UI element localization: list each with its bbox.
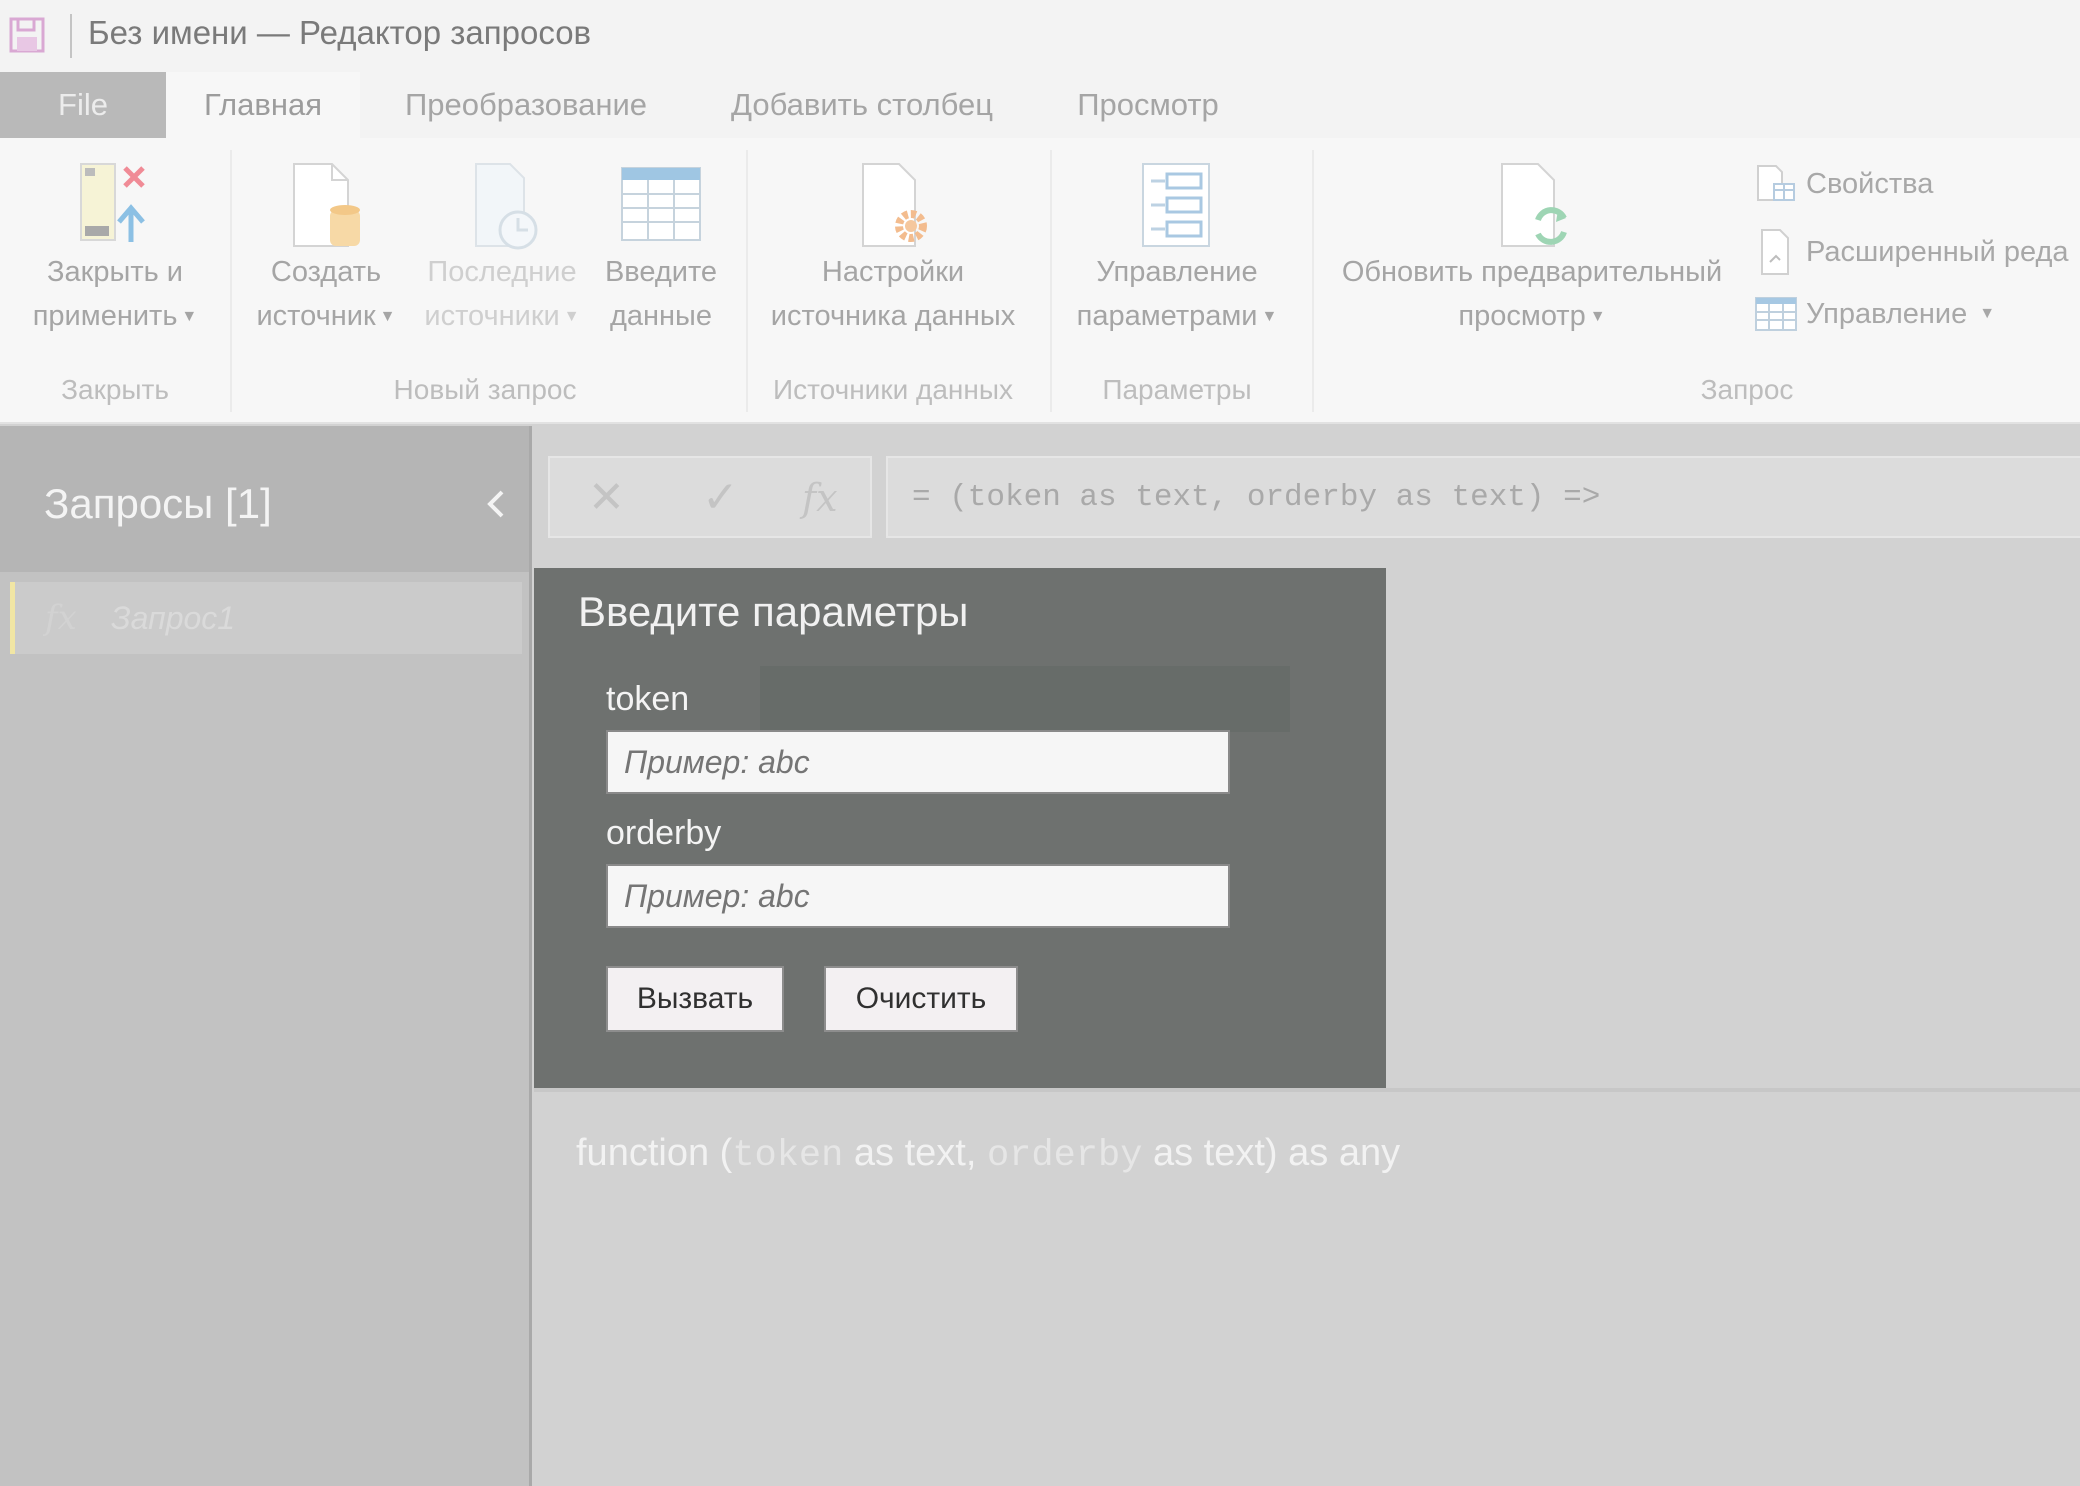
enter-data-label-1: Введите xyxy=(604,256,718,288)
signature-type-1: as text, xyxy=(853,1132,977,1174)
query-item-name: Запрос1 xyxy=(111,600,236,636)
signature-return: as any xyxy=(1288,1132,1401,1174)
clear-button[interactable]: Очистить xyxy=(824,966,1018,1032)
fx-icon: fx xyxy=(45,598,77,638)
queries-title: Запросы [1] xyxy=(44,480,272,527)
close-apply-label-2: применить ▼ xyxy=(32,300,198,332)
properties-label: Свойства xyxy=(1806,167,1934,200)
formula-input[interactable]: = (token as text, orderby as text) => xyxy=(886,456,2080,538)
tab-home[interactable]: Главная xyxy=(166,72,360,138)
tab-file[interactable]: File xyxy=(0,72,166,138)
fx-icon[interactable]: fx xyxy=(802,476,838,520)
recent-sources-icon xyxy=(475,163,538,250)
orderby-input[interactable] xyxy=(606,864,1230,928)
signature-open-paren: ( xyxy=(719,1132,733,1174)
formula-text: = (token as text, orderby as text) => xyxy=(912,480,1601,515)
manage-label: Управление xyxy=(1806,297,1968,330)
function-signature: function (token as text, orderby as text… xyxy=(576,1132,1400,1177)
properties-button[interactable]: Свойства xyxy=(1754,164,1933,204)
invoke-button[interactable]: Вызвать xyxy=(606,966,784,1032)
data-source-settings-label-2: источника данных xyxy=(770,300,1016,332)
query-item[interactable]: fx Запрос1 xyxy=(10,582,522,654)
group-separator xyxy=(1050,150,1052,412)
group-label-close: Закрыть xyxy=(61,374,169,405)
queries-pane: Запросы [1] fx Запрос1 xyxy=(0,426,532,1486)
queries-header: Запросы [1] xyxy=(0,426,529,572)
enter-data-label-2: данные xyxy=(609,300,713,332)
refresh-preview-label-2: просмотр ▼ xyxy=(1458,300,1606,332)
parameters-icon xyxy=(1142,163,1210,247)
signature-param-token: token xyxy=(732,1135,844,1177)
recent-sources-button[interactable]: Последние источники ▼ xyxy=(414,160,590,339)
orderby-label: orderby xyxy=(606,814,722,852)
group-separator xyxy=(746,150,748,412)
new-source-label-1: Создать xyxy=(270,256,382,288)
group-label-query: Запрос xyxy=(1700,374,1794,405)
parameter-highlight xyxy=(760,666,1290,732)
tab-transform[interactable]: Преобразование xyxy=(378,72,674,138)
recent-sources-label-1: Последние xyxy=(427,256,577,288)
manage-table-icon xyxy=(1755,297,1797,331)
ribbon-tabs: File Главная Преобразование Добавить сто… xyxy=(0,72,2080,138)
advanced-editor-icon xyxy=(1761,229,1789,275)
settings-document-icon xyxy=(862,163,927,247)
group-label-data-sources: Источники данных xyxy=(773,374,1013,405)
close-apply-button[interactable]: Закрыть и применить ▼ xyxy=(14,160,216,339)
title-separator xyxy=(70,14,72,58)
close-apply-icon xyxy=(80,163,145,242)
new-source-icon xyxy=(293,163,360,247)
refresh-preview-label-1: Обновить предварительный xyxy=(1341,256,1723,288)
manage-parameters-label-1: Управление xyxy=(1096,256,1258,288)
new-source-label-2: источник ▼ xyxy=(256,300,396,332)
chevron-down-icon: ▼ xyxy=(1261,308,1278,326)
group-separator xyxy=(1312,150,1314,412)
group-separator xyxy=(230,150,232,412)
token-input[interactable] xyxy=(606,730,1230,794)
chevron-down-icon: ▼ xyxy=(563,308,580,326)
enter-data-button[interactable]: Введите данные xyxy=(596,160,726,338)
ribbon: Закрыть и применить ▼ Закрыть Создать ист… xyxy=(0,138,2080,424)
chevron-down-icon: ▼ xyxy=(379,308,396,326)
save-icon[interactable] xyxy=(8,16,46,54)
group-label-parameters: Параметры xyxy=(1102,374,1252,405)
tab-view[interactable]: Просмотр xyxy=(1050,72,1246,138)
signature-keyword: function xyxy=(576,1132,710,1174)
chevron-down-icon: ▼ xyxy=(181,308,198,326)
check-icon[interactable]: ✓ xyxy=(702,472,739,523)
token-label: token xyxy=(606,680,690,718)
window-title: Без имени — Редактор запросов xyxy=(88,14,592,51)
advanced-editor-button[interactable]: Расширенный реда xyxy=(1754,228,2069,276)
chevron-down-icon: ▼ xyxy=(1589,308,1606,326)
title-bar: Без имени — Редактор запросов xyxy=(0,0,2080,72)
parameter-dialog-title: Введите параметры xyxy=(578,588,969,635)
signature-type-2: as text) xyxy=(1152,1132,1278,1174)
recent-sources-label-2: источники ▼ xyxy=(424,300,580,332)
group-label-new-query: Новый запрос xyxy=(393,374,577,405)
table-icon xyxy=(621,167,701,241)
parameter-dialog: Введите параметры token orderby Вызвать … xyxy=(534,568,1386,1088)
cancel-icon[interactable]: ✕ xyxy=(588,472,625,523)
manage-parameters-label-2: параметрами ▼ xyxy=(1076,300,1278,332)
refresh-icon xyxy=(1501,163,1567,247)
close-apply-label-1: Закрыть и xyxy=(47,256,183,288)
formula-bar-buttons: ✕ ✓ fx xyxy=(548,456,872,538)
data-source-settings-button[interactable]: Настройки источника данных xyxy=(756,160,1030,338)
tab-add-column[interactable]: Добавить столбец xyxy=(712,72,1012,138)
content-separator xyxy=(534,1088,2080,1092)
chevron-left-icon[interactable] xyxy=(476,484,516,524)
properties-icon xyxy=(1757,165,1795,201)
data-source-settings-label-1: Настройки xyxy=(821,256,965,288)
advanced-editor-label: Расширенный реда xyxy=(1806,235,2069,268)
refresh-preview-button[interactable]: Обновить предварительный просмотр ▼ xyxy=(1322,160,1742,339)
new-source-button[interactable]: Создать источник ▼ xyxy=(244,160,408,339)
manage-parameters-button[interactable]: Управление параметрами ▼ xyxy=(1058,160,1296,339)
signature-param-orderby: orderby xyxy=(986,1135,1143,1177)
manage-button[interactable]: Управление ▼ xyxy=(1754,294,1995,334)
chevron-down-icon: ▼ xyxy=(1979,305,1996,322)
